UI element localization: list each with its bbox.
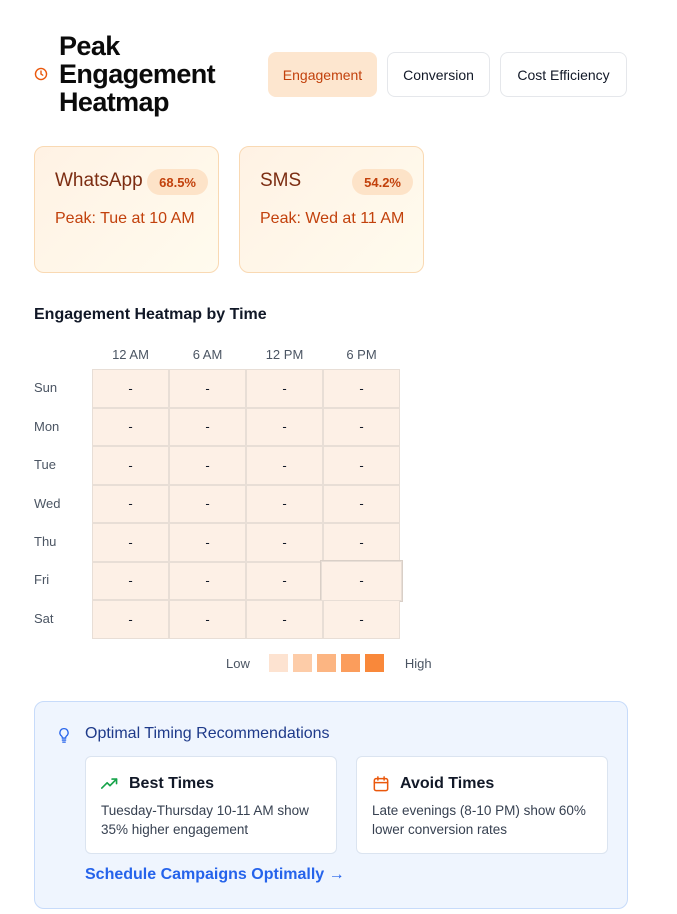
heatmap-cell[interactable]: - — [92, 561, 169, 600]
avoid-times-heading: Avoid Times — [400, 775, 495, 792]
heatmap-cell[interactable]: - — [323, 446, 400, 485]
tab-cost-efficiency[interactable]: Cost Efficiency — [500, 52, 627, 97]
heatmap-cell[interactable]: - — [246, 446, 323, 485]
heatmap-cell[interactable]: - — [169, 600, 246, 639]
page-header: Peak Engagement Heatmap Engagement Conve… — [34, 32, 634, 118]
heatmap-cell[interactable]: - — [92, 523, 169, 562]
row-label: Sat — [34, 611, 54, 626]
avoid-times-card: Avoid Times Late evenings (8-10 PM) show… — [356, 756, 608, 854]
legend-low-label: Low — [226, 655, 250, 671]
heatmap-cell[interactable]: - — [92, 600, 169, 639]
heatmap-title: Engagement Heatmap by Time — [34, 306, 267, 323]
legend-swatch — [364, 654, 384, 672]
calendar-icon — [373, 776, 389, 792]
row-label: Sun — [34, 380, 58, 395]
heatmap-cell[interactable]: - — [323, 523, 400, 562]
heatmap-cell[interactable]: - — [246, 561, 323, 600]
engagement-heatmap: 12 AM 6 AM 12 PM 6 PM Sun Mon Tue Wed Th… — [34, 345, 434, 645]
heatmap-cell[interactable]: - — [169, 369, 246, 408]
heatmap-cell[interactable]: - — [321, 560, 402, 601]
channel-card-whatsapp: WhatsApp 68.5% Peak: Tue at 10 AM — [34, 146, 219, 273]
heatmap-cell[interactable]: - — [169, 446, 246, 485]
column-label: 6 PM — [346, 347, 377, 362]
page-title: Peak Engagement Heatmap — [59, 31, 216, 117]
heatmap-cell[interactable]: - — [169, 523, 246, 562]
column-label: 12 PM — [265, 347, 304, 362]
heatmap-cell[interactable]: - — [169, 561, 246, 600]
heatmap-cell[interactable]: - — [323, 407, 400, 446]
heatmap-cell[interactable]: - — [246, 369, 323, 408]
heatmap-cell[interactable]: - — [169, 407, 246, 446]
heatmap-cell[interactable]: - — [92, 369, 169, 408]
row-label: Fri — [34, 572, 50, 587]
recommendations-title: Optimal Timing Recommendations — [85, 725, 330, 742]
heatmap-cell[interactable]: - — [246, 484, 323, 523]
legend-swatch — [268, 654, 288, 672]
tab-engagement[interactable]: Engagement — [268, 52, 377, 97]
channel-name: WhatsApp — [55, 170, 143, 191]
heatmap-cell[interactable]: - — [246, 523, 323, 562]
heatmap-cell[interactable]: - — [92, 484, 169, 523]
heatmap-legend: Low High — [226, 653, 432, 673]
best-times-card: Best Times Tuesday-Thursday 10-11 AM sho… — [85, 756, 337, 854]
timing-recommendations-panel: Optimal Timing Recommendations Best Time… — [34, 701, 628, 909]
engagement-rate-badge: 68.5% — [147, 169, 208, 195]
row-label: Mon — [34, 419, 60, 434]
row-label: Tue — [34, 457, 56, 472]
clock-icon — [34, 67, 48, 81]
heatmap-cell[interactable]: - — [246, 600, 323, 639]
legend-swatch — [316, 654, 336, 672]
view-tabs: Engagement Conversion Cost Efficiency — [268, 52, 627, 97]
channel-card-sms: SMS 54.2% Peak: Wed at 11 AM — [239, 146, 424, 273]
lightbulb-icon — [59, 727, 69, 743]
row-label: Wed — [34, 496, 61, 511]
heatmap-cell[interactable]: - — [169, 484, 246, 523]
best-times-text: Tuesday-Thursday 10-11 AM show 35% highe… — [101, 803, 309, 837]
peak-time: Peak: Wed at 11 AM — [260, 210, 405, 227]
heatmap-cell[interactable]: - — [323, 369, 400, 408]
legend-high-label: High — [404, 655, 432, 671]
title-wrap: Peak Engagement Heatmap — [34, 32, 229, 116]
heatmap-cell[interactable]: - — [323, 484, 400, 523]
heatmap-cell[interactable]: - — [92, 407, 169, 446]
heatmap-cell[interactable]: - — [323, 600, 400, 639]
avoid-times-text: Late evenings (8-10 PM) show 60% lower c… — [372, 803, 586, 837]
column-label: 12 AM — [112, 347, 149, 362]
row-label: Thu — [34, 534, 57, 549]
engagement-rate-badge: 54.2% — [352, 169, 413, 195]
column-label: 6 AM — [192, 347, 223, 362]
peak-time: Peak: Tue at 10 AM — [55, 210, 195, 227]
channel-name: SMS — [260, 170, 302, 191]
heatmap-cell[interactable]: - — [246, 407, 323, 446]
best-times-heading: Best Times — [129, 775, 215, 792]
trending-up-icon — [101, 778, 118, 789]
legend-swatch — [340, 654, 360, 672]
tab-conversion[interactable]: Conversion — [387, 52, 490, 97]
heatmap-cell[interactable]: - — [92, 446, 169, 485]
schedule-campaigns-link[interactable]: Schedule Campaigns Optimally → — [85, 866, 345, 884]
legend-swatch — [292, 654, 312, 672]
